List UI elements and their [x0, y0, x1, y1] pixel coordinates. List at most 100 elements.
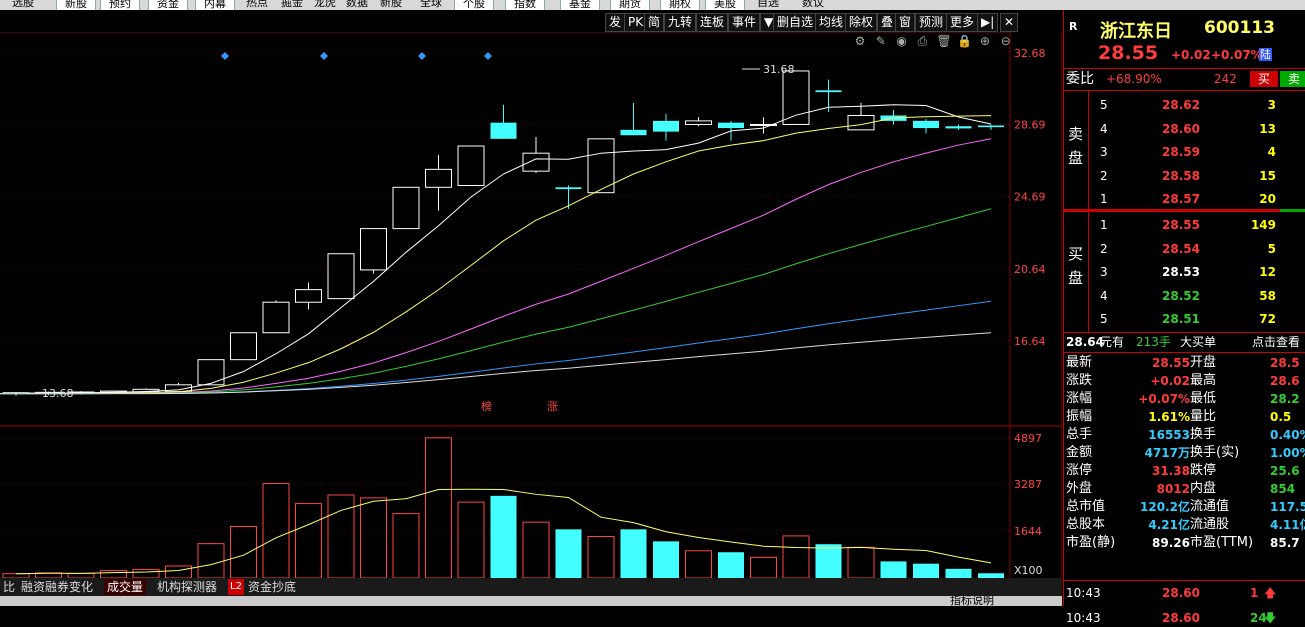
buy-button[interactable]: 买: [1250, 71, 1278, 87]
top-menu-item[interactable]: 指数: [505, 0, 545, 10]
top-menu-item[interactable]: 数议: [802, 0, 824, 9]
order-book-row[interactable]: 5 28.62 3: [1064, 96, 1305, 114]
chart-toolbar: 发 PK 简九转 连板 事件 ▼ 删自选 均线 除权叠窗预测 更多 ▶| ✕: [0, 10, 1062, 32]
tab-margin-trading[interactable]: 融资融券变化: [18, 579, 96, 595]
toolbar-button[interactable]: 九转: [664, 13, 697, 32]
book-volume: 20: [1259, 192, 1276, 206]
candle-body-up: [392, 186, 420, 230]
candle-body-down: [815, 90, 842, 93]
volume-bar-down: [653, 541, 679, 578]
tab-partial[interactable]: 比: [0, 579, 18, 595]
candle-body-up: [327, 253, 355, 300]
toolbar-button[interactable]: 简: [644, 13, 665, 32]
top-menu-item[interactable]: 内幕: [195, 0, 235, 10]
stat-label: 流通值: [1190, 499, 1230, 514]
toolbar-button[interactable]: 窗: [895, 13, 916, 32]
diamond-marker-icon: [320, 52, 328, 60]
weibi-label: 委比: [1066, 71, 1094, 87]
book-level: 1: [1100, 192, 1108, 206]
volume-bar-up: [360, 497, 387, 578]
toolbar-button[interactable]: 均线: [815, 13, 848, 32]
toolbar-button[interactable]: 除权: [845, 13, 878, 32]
toolbar-button[interactable]: 预测: [915, 13, 948, 32]
top-menu-item[interactable]: 资金: [148, 0, 188, 10]
toolbar-button[interactable]: 删自选: [773, 13, 818, 32]
book-price: 28.58: [1162, 168, 1200, 183]
order-book-row[interactable]: 3 28.53 12: [1064, 263, 1305, 281]
top-menu-item[interactable]: 期货: [610, 0, 650, 10]
order-book-row[interactable]: 1 28.57 20: [1064, 190, 1305, 208]
sell-button[interactable]: 卖: [1280, 71, 1305, 87]
stat-label: 量比: [1190, 409, 1217, 424]
top-menu-item[interactable]: 新股: [380, 0, 402, 9]
top-menu-item[interactable]: 个股: [454, 0, 494, 10]
top-menu-item[interactable]: 美股: [705, 0, 745, 10]
stat-row: 总股本 4.21亿流通股 4.11亿: [1064, 516, 1305, 534]
volume-bar-up: [165, 565, 192, 578]
toolbar-button[interactable]: ✕: [1000, 13, 1019, 32]
toolbar-button[interactable]: 发: [605, 13, 626, 32]
top-menu-item[interactable]: 自选: [757, 0, 779, 9]
order-book-row[interactable]: 2 28.58 15: [1064, 167, 1305, 185]
stat-value: 0.40%: [1270, 428, 1305, 442]
stat-value: 1.61%: [1148, 410, 1190, 424]
toolbar-button[interactable]: 叠: [877, 13, 898, 32]
top-menu-item[interactable]: 全球: [420, 0, 442, 9]
volume-bar-up: [295, 503, 322, 578]
stat-row: 涨幅 +0.07% 最低 28.2: [1064, 390, 1305, 408]
volume-bar-up: [457, 501, 485, 578]
stat-label: 开盘: [1190, 355, 1217, 370]
toolbar-button[interactable]: 更多: [946, 13, 979, 32]
diamond-marker-icon: [221, 52, 229, 60]
price-tick-label: 32.68: [1014, 47, 1046, 60]
top-menu-item[interactable]: 基金: [560, 0, 600, 10]
stat-value: 89.26: [1152, 536, 1190, 550]
toolbar-button[interactable]: ▶|: [977, 13, 999, 32]
order-book-row[interactable]: 4 28.52 58: [1064, 287, 1305, 305]
volume-bar-up: [847, 546, 875, 578]
order-book-row[interactable]: 2 28.54 5: [1064, 240, 1305, 258]
stat-row: 涨停 31.38 跌停 25.6: [1064, 462, 1305, 480]
stat-value: 4717万: [1144, 446, 1190, 460]
price-row: 28.55 +0.02 +0.07% 陆: [1064, 44, 1305, 66]
big-order-volume: 213手: [1136, 335, 1171, 349]
kline-chart[interactable]: 32.68 28.69 24.69 20.64 16.64 4897 3287 1644 X10…: [0, 32, 1062, 578]
volume-bar-up: [685, 550, 712, 578]
toolbar-button[interactable]: 连板: [696, 13, 729, 32]
big-order-link[interactable]: 点击查看: [1252, 333, 1300, 351]
book-level: 2: [1100, 241, 1108, 256]
top-menu-item[interactable]: 期权: [660, 0, 700, 10]
event-marker: 榜: [481, 399, 492, 413]
indicator-help-link[interactable]: 指标说明: [950, 596, 994, 606]
order-book-row[interactable]: 1 28.55 149: [1064, 216, 1305, 234]
stat-value: 28.5: [1270, 356, 1300, 370]
order-book-row[interactable]: 3 28.59 4: [1064, 143, 1305, 161]
stat-label: 市盈(TTM): [1190, 535, 1254, 550]
status-bar: 指标说明: [0, 596, 1062, 606]
tick-row: 10:43 28.60 1 🡅: [1064, 584, 1305, 602]
top-menu-item[interactable]: 热点: [246, 0, 268, 9]
tab-volume[interactable]: 成交量: [104, 579, 147, 595]
toolbar-button[interactable]: 事件: [728, 13, 761, 32]
order-book-row[interactable]: 4 28.60 13: [1064, 120, 1305, 138]
candle-body-up: [197, 359, 225, 386]
top-menu-item[interactable]: 新股: [56, 0, 96, 10]
tab-fund-bottom[interactable]: 资金抄底: [245, 579, 299, 595]
stock-name: 浙江东日: [1100, 21, 1172, 42]
volume-bar-up: [100, 570, 127, 578]
stat-label: 总手: [1066, 427, 1093, 442]
book-price: 28.57: [1162, 192, 1200, 206]
top-menu-item[interactable]: 预约: [100, 0, 140, 10]
stat-row: 总手 16553换手 0.40%: [1064, 426, 1305, 444]
stat-value: 28.6: [1270, 374, 1300, 388]
volume-bar-up: [750, 556, 777, 578]
top-menu-item[interactable]: 龙虎: [314, 0, 336, 9]
moving-average-line: [0, 115, 992, 395]
order-book-row[interactable]: 5 28.51 72: [1064, 310, 1305, 328]
top-menu-item[interactable]: 选股: [12, 0, 34, 9]
candle-body-up: [295, 289, 322, 303]
top-menu-item[interactable]: 数据: [346, 0, 368, 9]
top-menu-item[interactable]: 掘金: [281, 0, 303, 9]
tab-institution-detector[interactable]: 机构探测器: [154, 579, 220, 595]
stat-label: 涨停: [1066, 463, 1093, 478]
